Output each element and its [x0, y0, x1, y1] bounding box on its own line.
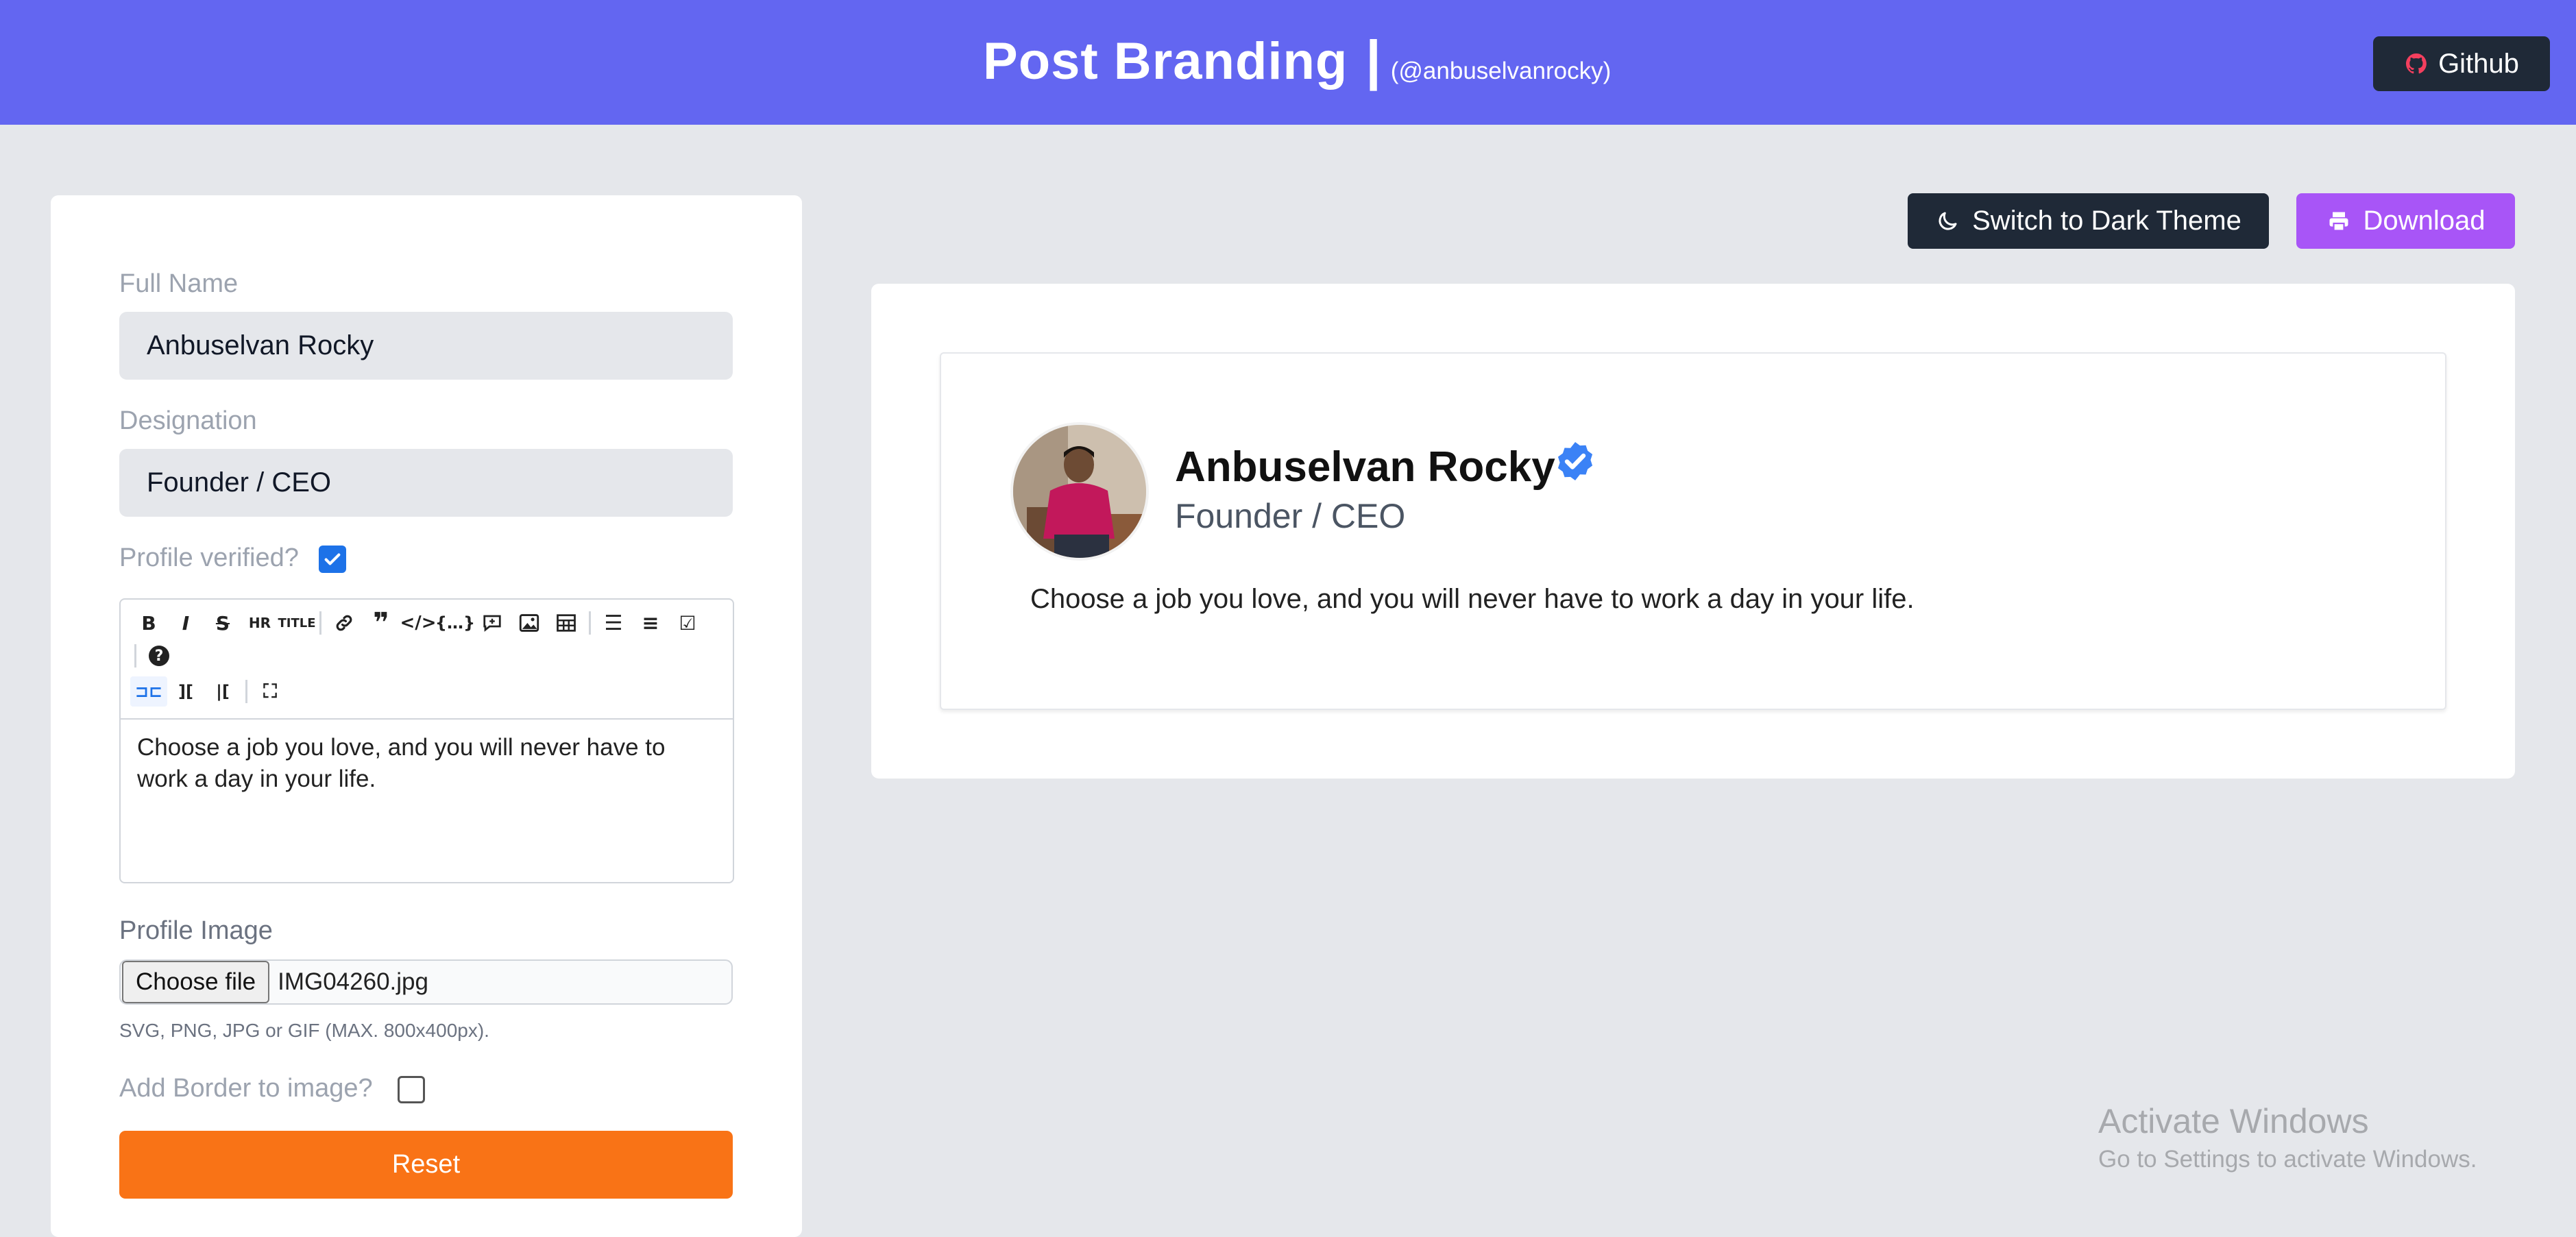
ordered-list-icon[interactable]: ≡ [632, 608, 669, 638]
choose-file-button[interactable]: Choose file [122, 961, 270, 1003]
toolbar-divider [319, 611, 321, 635]
code-block-icon[interactable]: {…} [435, 608, 475, 638]
quote-icon[interactable]: ❞ [363, 607, 400, 639]
selected-file-name: IMG04260.jpg [278, 968, 428, 995]
github-icon [2406, 53, 2427, 74]
form-panel: Full Name Anbuselvan Rocky Designation F… [51, 195, 802, 1237]
code-icon[interactable]: </> [400, 608, 437, 638]
switch-theme-button[interactable]: Switch to Dark Theme [1908, 193, 2269, 249]
border-checkbox[interactable] [398, 1076, 425, 1103]
toolbar-divider [589, 611, 591, 635]
title-icon[interactable]: TITLE [278, 608, 315, 638]
unordered-list-icon[interactable]: ☰ [595, 608, 632, 638]
comment-icon[interactable] [474, 608, 511, 638]
italic-icon[interactable]: I [167, 608, 204, 638]
verified-checkbox[interactable] [319, 546, 346, 573]
fullscreen-icon[interactable]: ⛶ [252, 676, 289, 707]
activate-windows-subtitle: Go to Settings to activate Windows. [2098, 1146, 2477, 1173]
app-header: Post Branding | (@anbuselvanrocky) Githu… [0, 0, 2576, 125]
preview-mode-icon[interactable]: |[ [204, 676, 241, 707]
reset-button[interactable]: Reset [119, 1131, 733, 1199]
toolbar-divider [134, 644, 136, 668]
github-button[interactable]: Github [2373, 36, 2550, 91]
live-mode-icon[interactable]: ][ [167, 676, 204, 707]
avatar [1010, 422, 1149, 561]
toolbar-divider [245, 680, 247, 703]
preview-designation: Founder / CEO [1175, 497, 1406, 535]
edit-mode-icon[interactable]: ⊐⊏ [130, 676, 167, 707]
checkmark-icon [324, 553, 341, 565]
bold-icon[interactable]: B [130, 608, 167, 638]
table-icon[interactable] [548, 608, 585, 638]
github-label: Github [2438, 48, 2519, 79]
verified-label: Profile verified? [119, 543, 299, 572]
border-label: Add Border to image? [119, 1074, 373, 1103]
download-button[interactable]: Download [2296, 193, 2515, 249]
download-label: Download [2363, 206, 2486, 236]
verified-badge-icon [1557, 442, 1593, 480]
editor-textarea[interactable]: Choose a job you love, and you will neve… [137, 732, 713, 795]
designation-label: Designation [119, 406, 257, 435]
help-icon[interactable]: ? [141, 641, 178, 671]
link-icon[interactable] [326, 608, 363, 638]
activate-windows-title: Activate Windows [2098, 1102, 2369, 1140]
title-separator: | [1365, 29, 1381, 90]
profile-image-label: Profile Image [119, 916, 273, 945]
preview-panel: Anbuselvan Rocky Founder / CEO Choose a … [871, 284, 2515, 779]
markdown-editor: B I S HR TITLE ❞ </> {…} ☰ ≡ ☑ ? ⊐⊏][|… [119, 598, 734, 883]
switch-theme-label: Switch to Dark Theme [1972, 206, 2241, 236]
file-hint: SVG, PNG, JPG or GIF (MAX. 800x400px). [119, 1020, 489, 1041]
editor-toolbar: B I S HR TITLE ❞ </> {…} ☰ ≡ ☑ ? ⊐⊏][|… [121, 600, 733, 720]
full-name-input[interactable]: Anbuselvan Rocky [119, 312, 733, 380]
brand: Post Branding | (@anbuselvanrocky) [983, 29, 1611, 97]
image-icon[interactable] [511, 608, 548, 638]
author-handle: (@anbuselvanrocky) [1390, 58, 1612, 84]
checklist-icon[interactable]: ☑ [669, 608, 706, 638]
horizontal-rule-icon[interactable]: HR [241, 608, 278, 638]
preview-text: Choose a job you love, and you will neve… [1030, 584, 1915, 614]
preview-name: Anbuselvan Rocky [1175, 443, 1555, 491]
moon-icon [1939, 212, 1957, 230]
app-title: Post Branding [983, 32, 1348, 90]
designation-input[interactable]: Founder / CEO [119, 449, 733, 517]
post-card: Anbuselvan Rocky Founder / CEO Choose a … [940, 352, 2446, 710]
strikethrough-icon[interactable]: S [204, 608, 241, 638]
full-name-label: Full Name [119, 269, 239, 298]
printer-icon [2329, 212, 2348, 232]
profile-image-file-input[interactable]: Choose file IMG04260.jpg [119, 959, 733, 1005]
